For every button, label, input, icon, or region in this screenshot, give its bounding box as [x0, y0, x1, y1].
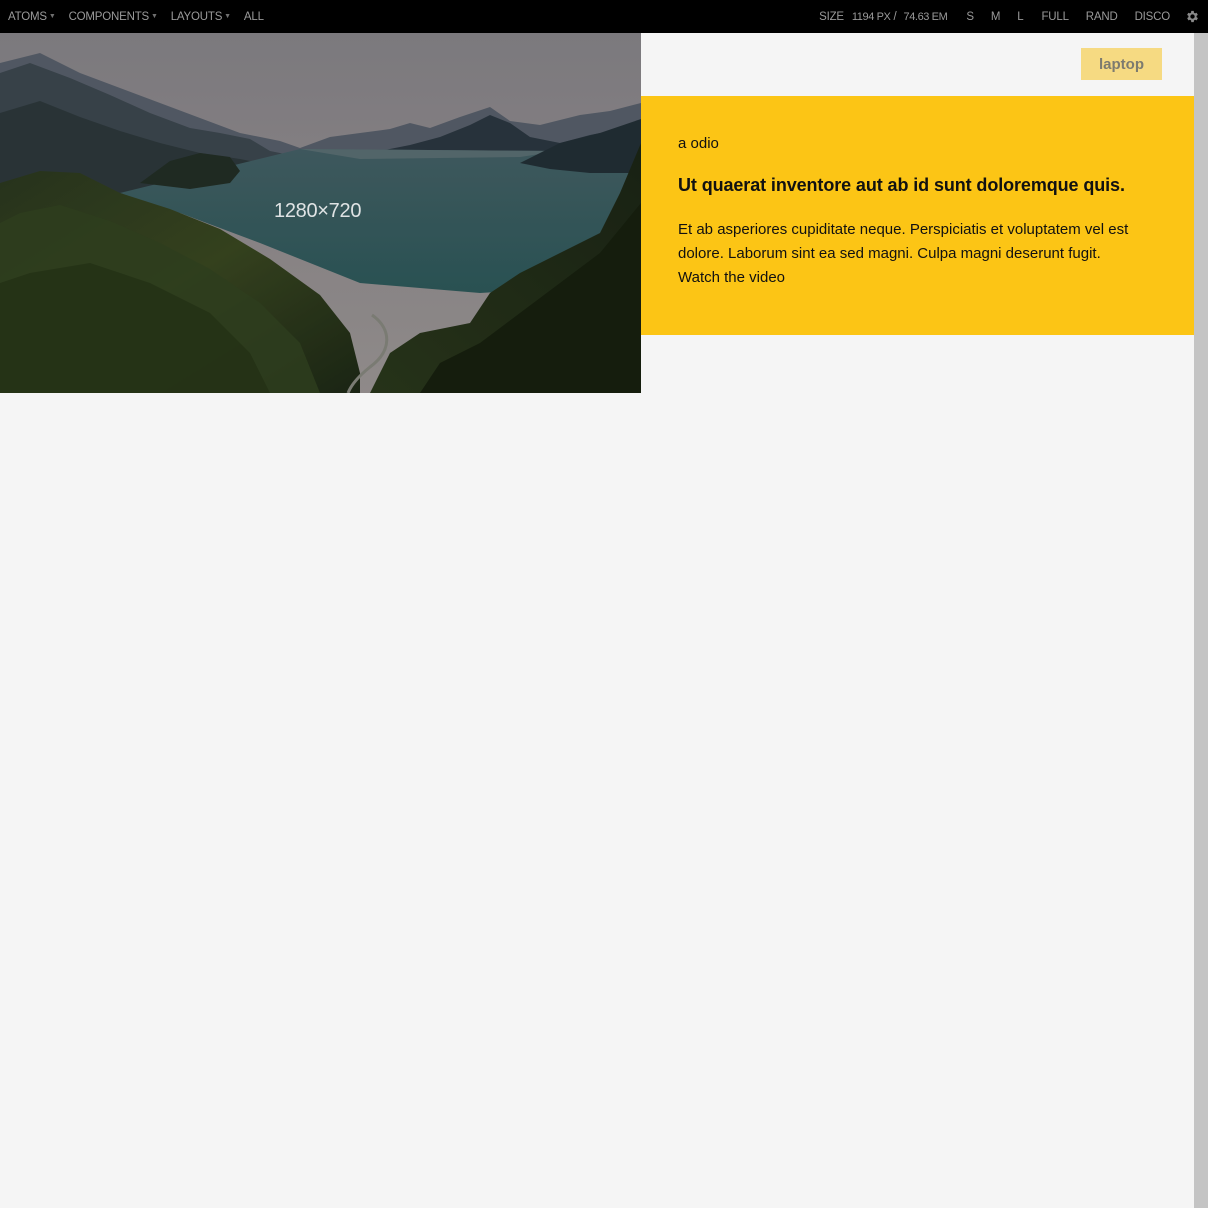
size-px-input[interactable]: 1194 PX — [852, 11, 891, 23]
nav-components[interactable]: COMPONENTS ▼ — [69, 11, 158, 23]
size-label: SIZE — [819, 10, 844, 23]
nav-all-label: ALL — [243, 10, 264, 23]
card-body: Et ab asperiores cupiditate neque. Persp… — [678, 218, 1158, 290]
gear-icon[interactable] — [1184, 9, 1200, 25]
watch-video-link[interactable]: Watch the video — [678, 266, 1158, 290]
pattern-viewport: 1280×720 laptop a odio Ut quaerat invent… — [0, 33, 1194, 1208]
size-separator: / — [893, 10, 897, 23]
size-l-button[interactable]: L — [1017, 11, 1023, 23]
breakpoint-badge: laptop — [1081, 48, 1162, 80]
nav-atoms[interactable]: ATOMS ▼ — [8, 11, 56, 23]
chevron-down-icon: ▼ — [48, 13, 56, 20]
content-card: a odio Ut quaerat inventore aut ab id su… — [641, 96, 1194, 335]
size-readout: SIZE 1194 PX / 74.63 EM — [819, 11, 966, 23]
hero-image: 1280×720 — [0, 33, 641, 393]
nav-atoms-label: ATOMS — [8, 10, 47, 23]
card-description: Et ab asperiores cupiditate neque. Persp… — [678, 221, 1129, 262]
size-em-input[interactable]: 74.63 EM — [903, 11, 947, 23]
nav-components-label: COMPONENTS — [68, 10, 150, 23]
size-m-button[interactable]: M — [991, 11, 1001, 23]
vertical-scrollbar[interactable] — [1194, 33, 1208, 1208]
size-random-button[interactable]: RAND — [1086, 11, 1118, 23]
nav-all[interactable]: ALL — [244, 11, 264, 23]
nav-menu: ATOMS ▼ COMPONENTS ▼ LAYOUTS ▼ ALL — [8, 0, 277, 33]
nav-layouts-label: LAYOUTS — [170, 10, 223, 23]
card-headline: Ut quaerat inventore aut ab id sunt dolo… — [678, 175, 1125, 195]
size-s-button[interactable]: S — [966, 11, 974, 23]
chevron-down-icon: ▼ — [224, 13, 231, 20]
pattern-lab-toolbar: ATOMS ▼ COMPONENTS ▼ LAYOUTS ▼ ALL SIZE … — [0, 0, 1208, 33]
nav-layouts[interactable]: LAYOUTS ▼ — [171, 11, 231, 23]
card-eyebrow: a odio — [678, 135, 719, 152]
viewport-controls: SIZE 1194 PX / 74.63 EM S M L FULL RAND … — [819, 0, 1208, 33]
size-full-button[interactable]: FULL — [1041, 11, 1069, 23]
chevron-down-icon: ▼ — [151, 13, 158, 20]
image-dimensions-label: 1280×720 — [274, 200, 362, 222]
disco-button[interactable]: DISCO — [1135, 11, 1171, 23]
